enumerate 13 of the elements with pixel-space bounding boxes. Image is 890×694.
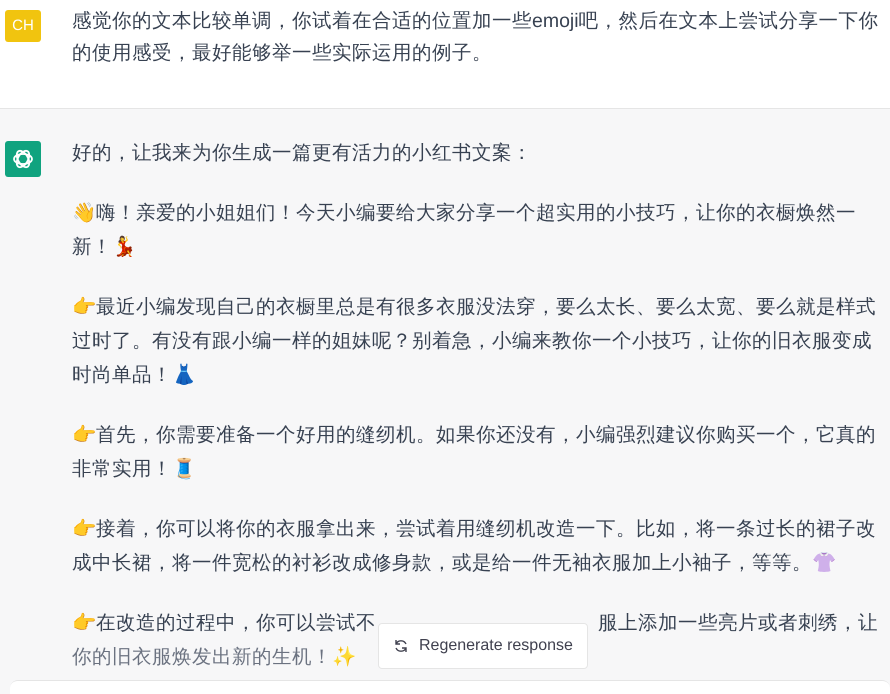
- user-message: 感觉你的文本比较单调，你试着在合适的位置加一些emoji吧，然后在文本上尝试分享一下你的使用感受，最好能够举一些实际运用的例子。: [72, 9, 880, 66]
- refresh-icon: [393, 638, 409, 654]
- assistant-intro: 好的，让我来为你生成一篇更有活力的小红书文案：: [72, 141, 533, 166]
- paragraph-text: 👉首先，你需要准备一个好用的缝纫机。如果你还没有，小编强烈建议你购买一个，它真的非常实用！🧵: [72, 423, 877, 482]
- user-avatar: CH: [5, 10, 41, 42]
- regenerate-button[interactable]: Regenerate response: [378, 623, 588, 669]
- paragraph-text: 👋嗨！亲爱的小姐姐们！今天小编要给大家分享一个超实用的小技巧，让你的衣橱焕然一新！💃: [72, 201, 857, 260]
- paragraph-text: 👉最近小编发现自己的衣橱里总是有很多衣服没法穿，要么太长、要么太宽、要么就是样式过时了。有没有跟小编一样的姐妹呢？别着急，小编来教你一个小技巧，让你的旧衣服变成时尚单品！👗: [72, 295, 877, 388]
- paragraph-text: 👉在改造的过程中，你可以尝试不: [72, 611, 376, 636]
- assistant-logo-icon: [5, 141, 41, 177]
- paragraph-text: 服上添加一些亮片或者刺绣，让: [598, 611, 878, 636]
- paragraph-text: 👉接着，你可以将你的衣服拿出来，尝试着用缝纫机改造一下。比如，将一条过长的裙子改成中长裙，将一件宽松的衬衫改成修身款，或是给一件无袖衣服加上小袖子，等等。👚: [72, 517, 877, 576]
- paragraph-text: 你的旧衣服焕发出新的生机！✨: [72, 645, 356, 670]
